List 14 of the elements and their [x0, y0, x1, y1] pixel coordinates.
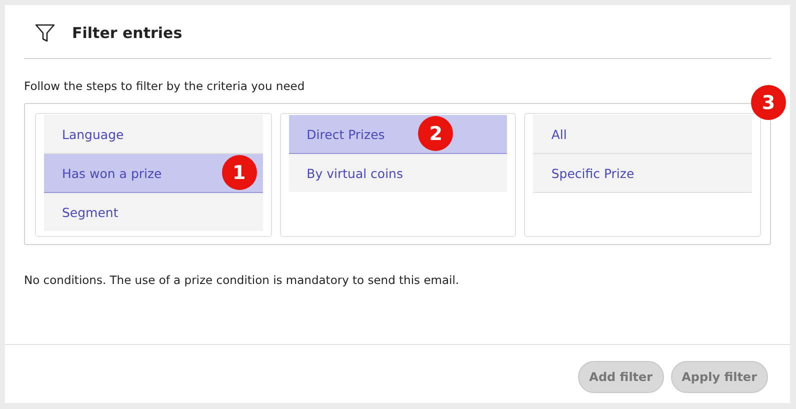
instruction-text: Follow the steps to filter by the criteria you need	[24, 79, 306, 93]
step-number-badge: 1	[222, 155, 257, 190]
criteria-item[interactable]: By virtual coins	[288, 154, 508, 192]
step-number-badge: 3	[751, 85, 786, 120]
filter-icon	[34, 22, 56, 44]
criteria-item[interactable]: Has won a prize 1	[44, 154, 263, 193]
criteria-item[interactable]: All	[533, 115, 752, 154]
criteria-item[interactable]: Specific Prize	[533, 154, 752, 193]
criteria-item[interactable]: Language	[44, 115, 263, 154]
step-number-badge: 2	[418, 116, 454, 151]
dialog-title: Filter entries	[72, 24, 182, 42]
condition-note: No conditions. The use of a prize condition is mandatory to send this email.	[24, 273, 460, 287]
criteria-item[interactable]: Direct Prizes 2	[288, 115, 508, 154]
criteria-item[interactable]: Segment	[44, 193, 263, 231]
